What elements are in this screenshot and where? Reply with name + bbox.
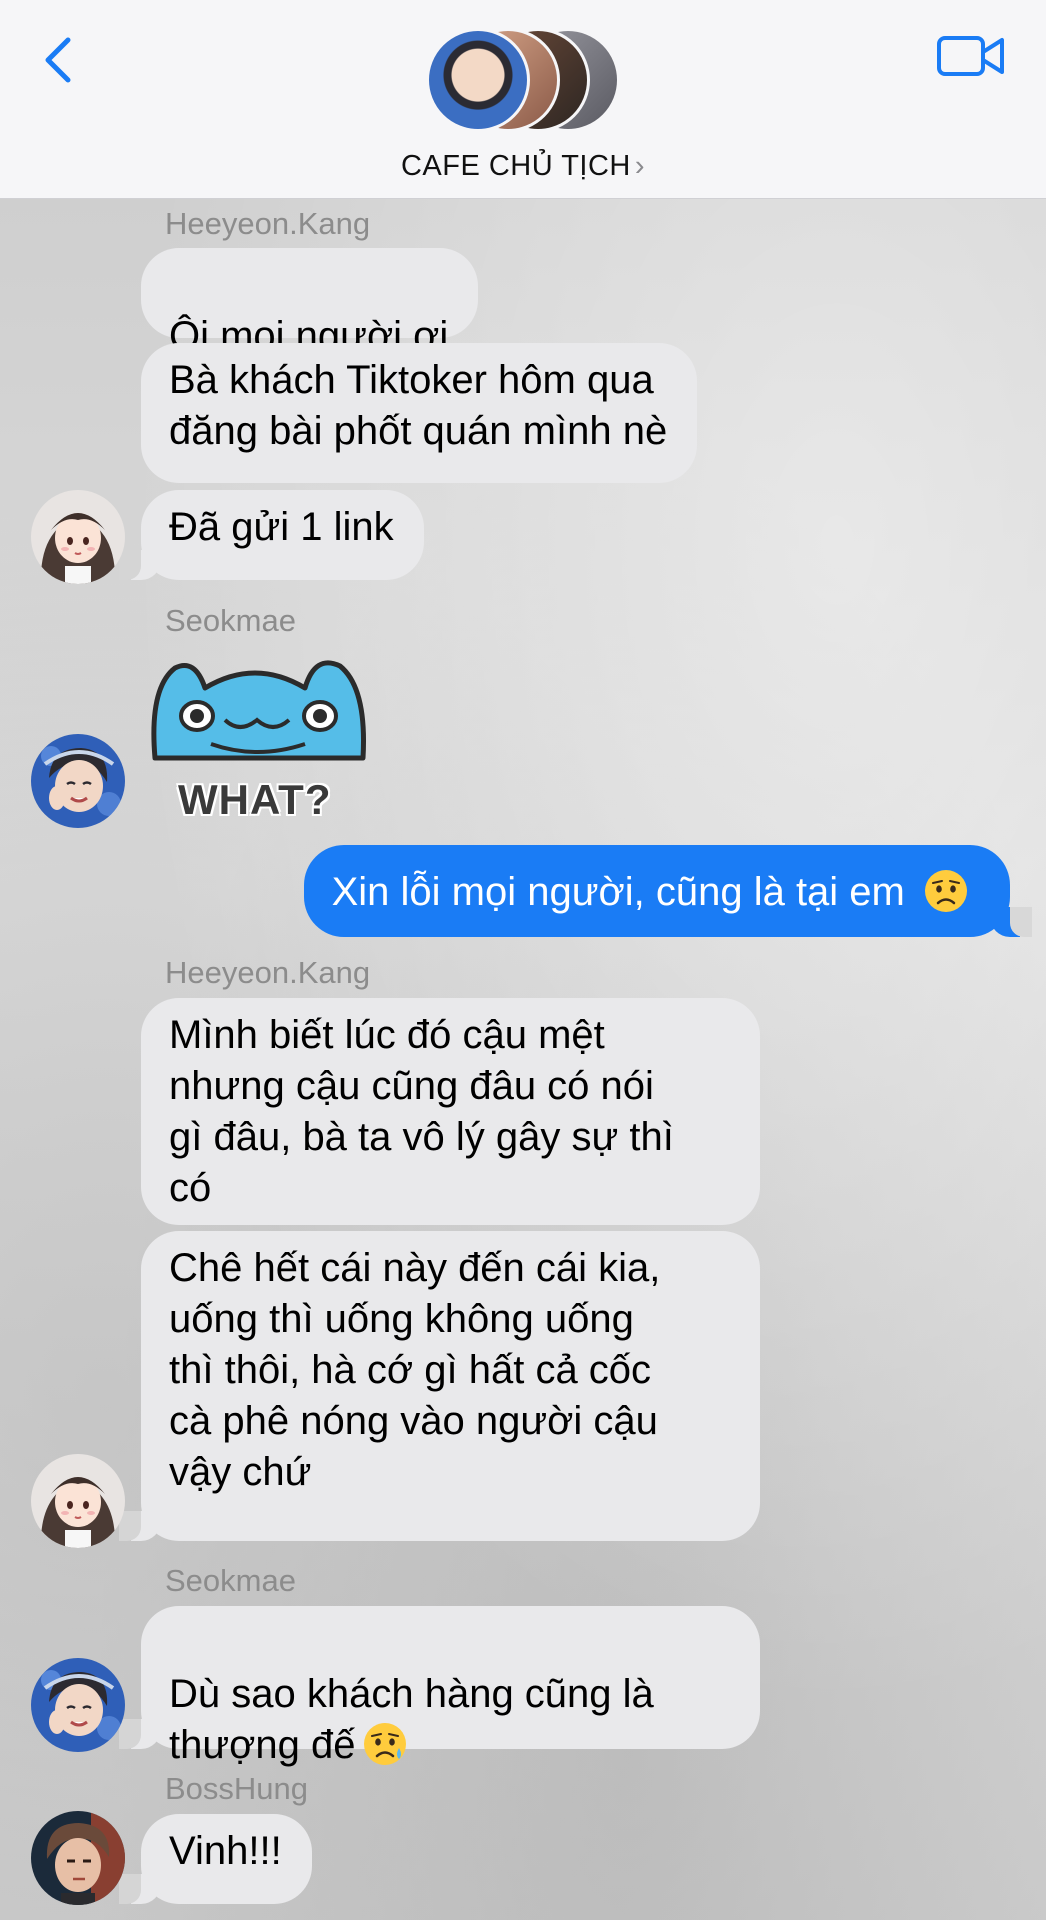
message-text: Xin lỗi mọi người, cũng là tại em <box>331 870 905 914</box>
seokmae-avatar-image <box>31 734 125 828</box>
group-title[interactable]: CAFE CHỦ TỊCH › <box>0 150 1046 183</box>
sender-name: Seokmae <box>165 603 296 638</box>
video-camera-icon <box>937 36 1004 76</box>
heeyeon-avatar[interactable] <box>31 490 125 584</box>
heeyeon-avatar[interactable] <box>31 1454 125 1548</box>
message-bubble[interactable]: Ôi mọi người ơi <box>141 248 479 407</box>
chevron-right-icon: › <box>634 150 646 182</box>
heeyeon-avatar-image <box>31 490 125 584</box>
group-member-avatar <box>426 28 530 132</box>
video-call-button[interactable] <box>936 32 1006 82</box>
bosshung-avatar[interactable] <box>31 1811 125 1905</box>
back-button[interactable] <box>36 30 86 90</box>
sticker-caption: WHAT? <box>178 776 332 823</box>
message-text: Dù sao khách hàng cũng là thượng đế <box>169 1672 654 1767</box>
message-bubble[interactable]: Dù sao khách hàng cũng là thượng đế <box>119 1606 760 1767</box>
bosshung-avatar-image <box>31 1811 125 1905</box>
sad-but-relieved-face-icon <box>364 1723 407 1765</box>
group-avatar-stack[interactable] <box>426 28 626 138</box>
seokmae-avatar[interactable] <box>31 1658 125 1752</box>
message-bubble[interactable]: Mình biết lúc đó cậu mệt nhưng cậu cũng … <box>141 998 760 1225</box>
heeyeon-avatar-image <box>31 1454 125 1548</box>
message-bubble[interactable]: Đã gửi 1 link <box>119 490 424 580</box>
message-list[interactable]: Heeyeon.Kang Ôi mọi người ơi Bà khách Ti… <box>0 198 1046 1920</box>
sender-name: BossHung <box>165 1771 309 1806</box>
sad-face-icon <box>925 870 967 912</box>
message-bubble[interactable]: Bà khách Tiktoker hôm qua đăng bài phốt … <box>141 343 698 483</box>
sender-name: Heeyeon.Kang <box>165 955 371 990</box>
sender-name: Seokmae <box>165 1563 296 1598</box>
sender-name: Heeyeon.Kang <box>165 206 371 241</box>
conversation-header: CAFE CHỦ TỊCH › <box>0 0 1046 199</box>
message-bubble[interactable]: Chê hết cái này đến cái kia, uống thì uố… <box>119 1231 760 1541</box>
seokmae-avatar-image <box>31 1658 125 1752</box>
outgoing-message-bubble[interactable]: Xin lỗi mọi người, cũng là tại em <box>303 845 1033 937</box>
seokmae-avatar[interactable] <box>31 734 125 828</box>
group-title-text: CAFE CHỦ TỊCH <box>400 150 631 182</box>
chevron-left-icon <box>45 37 71 83</box>
message-bubble[interactable]: Vinh!!! <box>119 1814 312 1904</box>
